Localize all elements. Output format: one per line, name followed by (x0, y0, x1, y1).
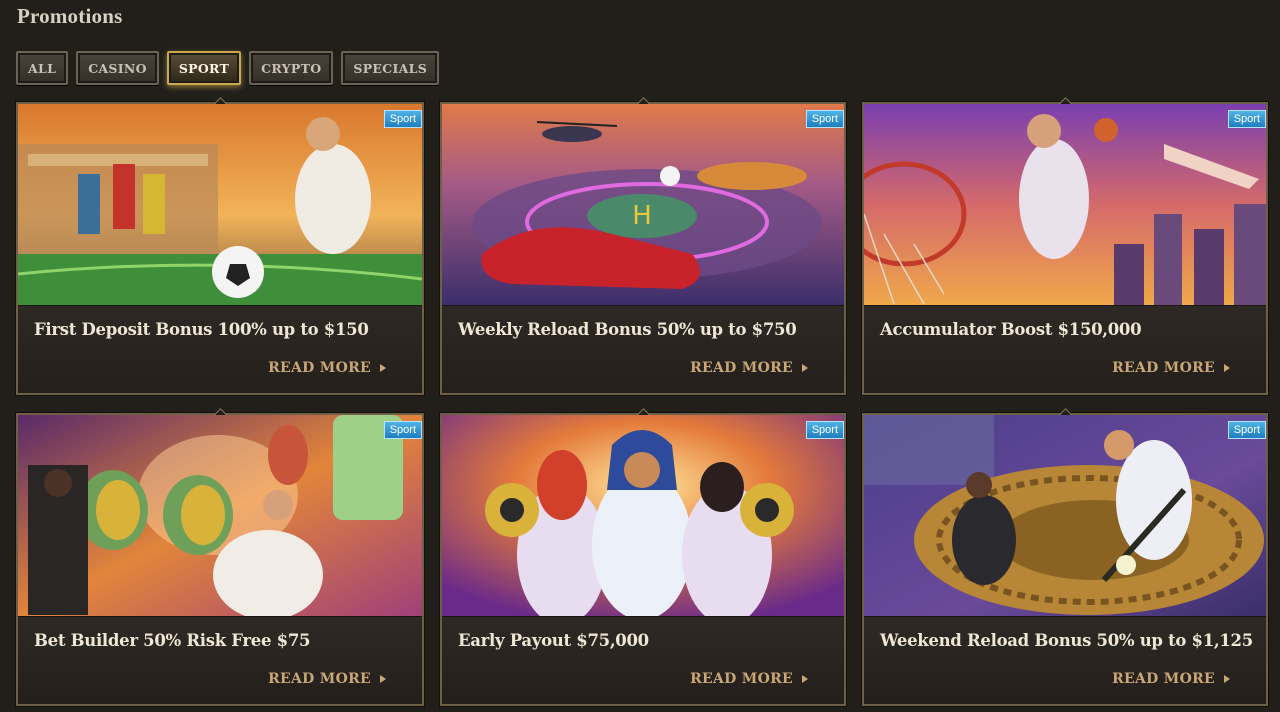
filter-sport-button[interactable]: SPORT (166, 51, 242, 85)
promotion-title: First Deposit Bonus 100% up to $150 (34, 320, 369, 339)
chevron-right-icon (380, 364, 386, 372)
chevron-right-icon (802, 364, 808, 372)
promotion-card[interactable]: Sport Early Payout $75,000 READ MORE (440, 413, 846, 706)
chevron-right-icon (380, 675, 386, 683)
read-more-link[interactable]: READ MORE (690, 360, 808, 376)
promotion-image-soccer[interactable]: Sport (18, 104, 422, 306)
promotion-title: Early Payout $75,000 (458, 631, 649, 650)
read-more-label: READ MORE (1112, 360, 1215, 376)
promotion-image-car[interactable]: H Sport (442, 104, 844, 306)
filter-tabs: ALL CASINO SPORT CRYPTO SPECIALS (16, 51, 440, 85)
read-more-link[interactable]: READ MORE (690, 671, 808, 687)
chevron-right-icon (1224, 675, 1230, 683)
page-title: Promotions (17, 4, 123, 28)
promotion-card[interactable]: Sport Bet Builder 50% Risk Free $75 READ… (16, 413, 424, 706)
sport-tag: Sport (1227, 421, 1266, 439)
promotion-image-baseball[interactable]: Sport (864, 415, 1266, 617)
read-more-label: READ MORE (1112, 671, 1215, 687)
read-more-label: READ MORE (690, 671, 793, 687)
sport-tag: Sport (383, 421, 422, 439)
filter-all-button[interactable]: ALL (16, 51, 69, 85)
promotion-card[interactable]: Sport Weekend Reload Bonus 50% up to $1,… (862, 413, 1268, 706)
read-more-link[interactable]: READ MORE (268, 671, 386, 687)
chevron-right-icon (802, 675, 808, 683)
filter-casino-button[interactable]: CASINO (76, 51, 159, 85)
filter-crypto-button[interactable]: CRYPTO (249, 51, 334, 85)
promotions-grid: Sport First Deposit Bonus 100% up to $15… (16, 102, 1268, 706)
promotion-title: Weekly Reload Bonus 50% up to $750 (458, 320, 797, 339)
promotion-title: Bet Builder 50% Risk Free $75 (34, 631, 311, 650)
read-more-label: READ MORE (268, 360, 371, 376)
promotion-card[interactable]: Sport Accumulator Boost $150,000 READ MO… (862, 102, 1268, 395)
sport-tag: Sport (805, 421, 844, 439)
promotion-card[interactable]: Sport First Deposit Bonus 100% up to $15… (16, 102, 424, 395)
read-more-label: READ MORE (690, 360, 793, 376)
sport-tag: Sport (383, 110, 422, 128)
read-more-label: READ MORE (268, 671, 371, 687)
promotion-image-golden-balls[interactable]: Sport (442, 415, 844, 617)
promotion-image-basketball[interactable]: Sport (864, 104, 1266, 306)
read-more-link[interactable]: READ MORE (1112, 360, 1230, 376)
promotion-title: Weekend Reload Bonus 50% up to $1,125 (880, 631, 1253, 650)
read-more-link[interactable]: READ MORE (268, 360, 386, 376)
promotion-image-reels[interactable]: Sport (18, 415, 422, 617)
promotion-card[interactable]: H Sport Weekly Reload Bonus 50% up to $7… (440, 102, 846, 395)
promotion-title: Accumulator Boost $150,000 (880, 320, 1142, 339)
filter-specials-button[interactable]: SPECIALS (341, 51, 440, 85)
chevron-right-icon (1224, 364, 1230, 372)
read-more-link[interactable]: READ MORE (1112, 671, 1230, 687)
sport-tag: Sport (805, 110, 844, 128)
svg-text:H: H (632, 201, 652, 231)
sport-tag: Sport (1227, 110, 1266, 128)
